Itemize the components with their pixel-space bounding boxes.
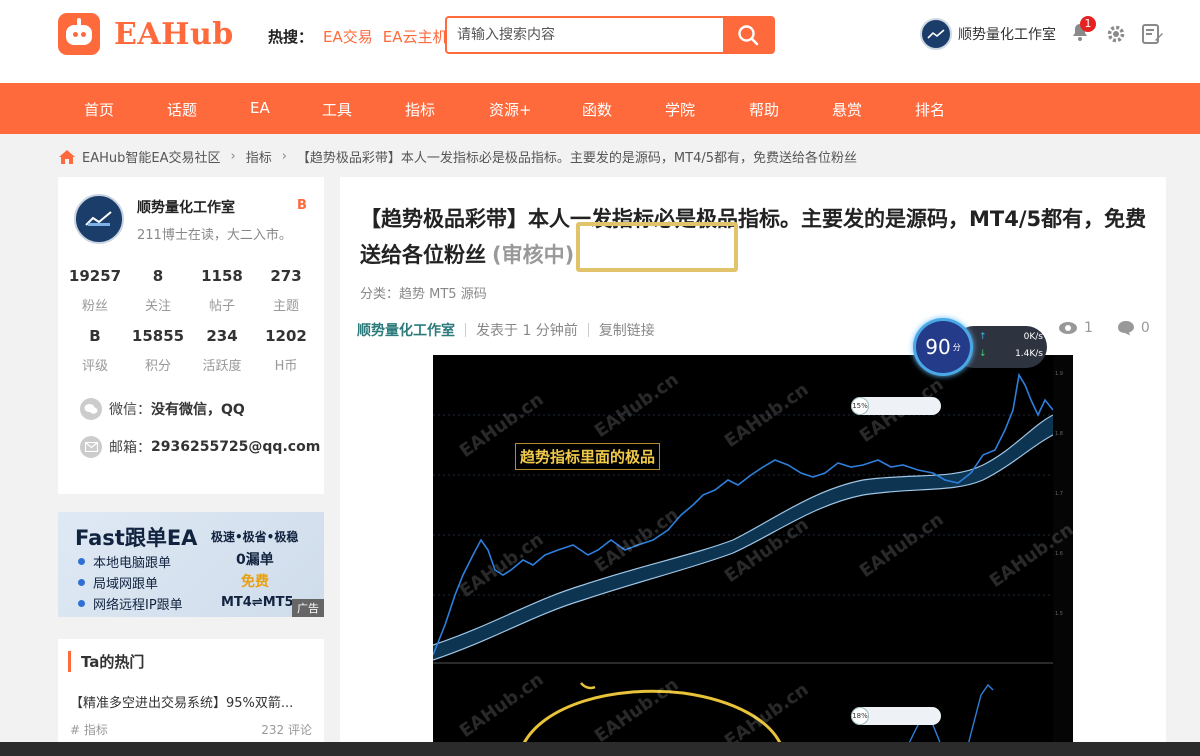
main-nav: 首页 话题 EA 工具 指标 资源+ 函数 学院 帮助 悬赏 排名 xyxy=(0,83,1200,134)
post-time: 发表于 1 分钟前 xyxy=(476,323,578,339)
nav-ranking[interactable]: 排名 xyxy=(915,99,945,120)
notification-badge: 1 xyxy=(1080,16,1096,32)
speed-score-dial: 90 分 xyxy=(913,318,973,376)
ad-feature-2: 局域网跟单 xyxy=(78,573,158,592)
author-name[interactable]: 顺势量化工作室 xyxy=(137,197,235,217)
mail-icon xyxy=(80,436,102,458)
hot-topics-card: Ta的热门 【精准多空进出交易系统】95%双箭... # 指标 232 评论 xyxy=(58,639,324,756)
nav-bounty[interactable]: 悬赏 xyxy=(832,99,862,120)
search-box xyxy=(445,16,775,54)
stat-fans[interactable]: 19257 粉丝 xyxy=(65,267,125,314)
hot-topics-heading: Ta的热门 xyxy=(68,651,144,672)
nav-functions[interactable]: 函数 xyxy=(582,99,612,120)
network-speed-widget[interactable]: 90 分 ↑ 0K/s ↓ 1.4K/s xyxy=(913,318,1049,376)
bottom-strip xyxy=(0,742,1200,756)
ad-title: Fast跟单EA xyxy=(75,526,198,550)
user-name: 顺势量化工作室 xyxy=(958,27,1056,43)
svg-text:1.6: 1.6 xyxy=(1055,551,1063,557)
post-author[interactable]: 顺势量化工作室 xyxy=(357,320,455,340)
email-contact: 邮箱： 2936255725@qq.com xyxy=(80,436,320,458)
speed-pill: 18% xyxy=(851,707,941,725)
search-icon xyxy=(738,25,759,46)
author-level-badge: B xyxy=(297,198,307,213)
user-menu[interactable]: 顺势量化工作室 xyxy=(920,18,1056,50)
nav-resources[interactable]: 资源+ xyxy=(489,99,532,120)
header-icons: 1 xyxy=(1070,16,1164,46)
post-meta: 顺势量化工作室 发表于 1 分钟前 复制链接 xyxy=(357,320,655,340)
hot-search-label: 热搜： xyxy=(268,28,314,46)
stat-activity: 234 活跃度 xyxy=(202,327,242,374)
search-button[interactable] xyxy=(723,18,773,52)
avatar xyxy=(920,18,952,50)
stat-posts[interactable]: 1158 帖子 xyxy=(192,267,252,314)
stat-threads[interactable]: 273 主题 xyxy=(256,267,316,314)
review-status-highlight xyxy=(576,222,738,272)
author-profile-card: 顺势量化工作室 B 211博士在读，大二入市。 19257 粉丝 8 关注 1158… xyxy=(58,177,324,494)
svg-text:1.8: 1.8 xyxy=(1055,431,1063,437)
breadcrumb-category[interactable]: 指标 xyxy=(246,147,272,166)
hot-topic-comments: 232 评论 xyxy=(261,723,312,737)
ad-feature-1: 本地电脑跟单 xyxy=(78,552,171,571)
gear-icon[interactable] xyxy=(1106,24,1126,44)
chart-caption: 趋势指标里面的极品 xyxy=(515,443,661,470)
comment-icon xyxy=(1117,321,1134,336)
breadcrumb-current: 【趋势极品彩带】本人一发指标必是极品指标。主要发的是源码，MT4/5都有，免费送… xyxy=(296,151,857,166)
down-arrow-icon: ↓ xyxy=(979,349,987,359)
ad-right-3: MT4⇌MT5 xyxy=(221,595,294,610)
comment-count[interactable]: 0 xyxy=(1117,320,1150,336)
ad-right-2: 免费 xyxy=(241,574,269,590)
breadcrumb: EAHub智能EA交易社区 › 指标 › 【趋势极品彩带】本人一发指标必是极品指… xyxy=(58,147,857,166)
stat-rating: B 评级 xyxy=(81,327,108,374)
author-bio: 211博士在读，大二入市。 xyxy=(137,228,292,243)
top-header: EAHub 热搜： EA交易 EA云主机 顺势量化工作室 1 xyxy=(0,0,1200,83)
post-main: 【趋势极品彩带】本人一发指标必是极品指标。主要发的是源码，MT4/5都有，免费送… xyxy=(340,177,1166,756)
stat-hcoins: 1202 H币 xyxy=(265,327,307,374)
download-speed: ↓ 1.4K/s xyxy=(979,349,1043,359)
ad-right-1: 0漏单 xyxy=(236,552,274,568)
wechat-contact: 微信： 没有微信，QQ xyxy=(80,398,245,420)
up-arrow-icon: ↑ xyxy=(979,332,987,342)
breadcrumb-site[interactable]: EAHub智能EA交易社区 xyxy=(82,147,220,166)
search-input[interactable] xyxy=(447,18,723,52)
home-icon[interactable] xyxy=(58,149,76,165)
post-title: 【趋势极品彩带】本人一发指标必是极品指标。主要发的是源码，MT4/5都有，免费送… xyxy=(360,207,1147,267)
ad-slogan: 极速•极省•极稳 xyxy=(211,530,299,544)
nav-home[interactable]: 首页 xyxy=(84,99,114,120)
copy-link-button[interactable]: 复制链接 xyxy=(599,320,655,340)
edit-icon[interactable] xyxy=(1142,24,1164,44)
notification-button[interactable]: 1 xyxy=(1070,16,1096,46)
ad-tag: 广告 xyxy=(292,599,324,617)
review-status: (审核中) xyxy=(492,243,575,267)
nav-help[interactable]: 帮助 xyxy=(749,99,779,120)
stat-points: 15855 积分 xyxy=(131,327,185,374)
ad-feature-3: 网络远程IP跟单 xyxy=(78,594,183,613)
hot-topic-title[interactable]: 【精准多空进出交易系统】95%双箭... xyxy=(70,692,293,711)
svg-text:1.5: 1.5 xyxy=(1055,611,1063,617)
nav-topics[interactable]: 话题 xyxy=(167,99,197,120)
nav-academy[interactable]: 学院 xyxy=(665,99,695,120)
stat-following[interactable]: 8 关注 xyxy=(128,267,188,314)
post-category: 分类：趋势 MT5 源码 xyxy=(360,287,487,302)
post-counts: 1 0 xyxy=(1058,320,1150,336)
ad-banner[interactable]: Fast跟单EA 极速•极省•极稳 本地电脑跟单 局域网跟单 网络远程IP跟单 … xyxy=(58,512,324,617)
upload-speed: ↑ 0K/s xyxy=(979,332,1043,342)
site-logo[interactable]: EAHub xyxy=(58,13,234,55)
hot-link-ea-cloud[interactable]: EA云主机 xyxy=(383,26,448,47)
logo-text: EAHub xyxy=(114,16,234,52)
svg-text:1.7: 1.7 xyxy=(1055,491,1063,497)
robot-logo-icon xyxy=(58,13,100,55)
nav-indicators[interactable]: 指标 xyxy=(405,99,435,120)
eye-icon xyxy=(1059,322,1077,334)
hot-search: 热搜： EA交易 EA云主机 xyxy=(268,26,448,47)
nav-ea[interactable]: EA xyxy=(250,99,270,117)
hot-link-ea-trading[interactable]: EA交易 xyxy=(323,26,373,47)
view-count: 1 xyxy=(1058,320,1093,336)
nav-tools[interactable]: 工具 xyxy=(322,99,352,120)
svg-text:1.9: 1.9 xyxy=(1055,371,1063,377)
hot-topic-tag[interactable]: # 指标 xyxy=(70,721,108,738)
chart-screenshot: 1.9 1.8 1.7 1.6 1.5 EAHub.cn EAHub.cn EAHub.… xyxy=(433,355,1073,756)
wechat-icon xyxy=(80,398,102,420)
speed-pill: 15% xyxy=(851,397,941,415)
author-avatar[interactable] xyxy=(74,194,124,244)
